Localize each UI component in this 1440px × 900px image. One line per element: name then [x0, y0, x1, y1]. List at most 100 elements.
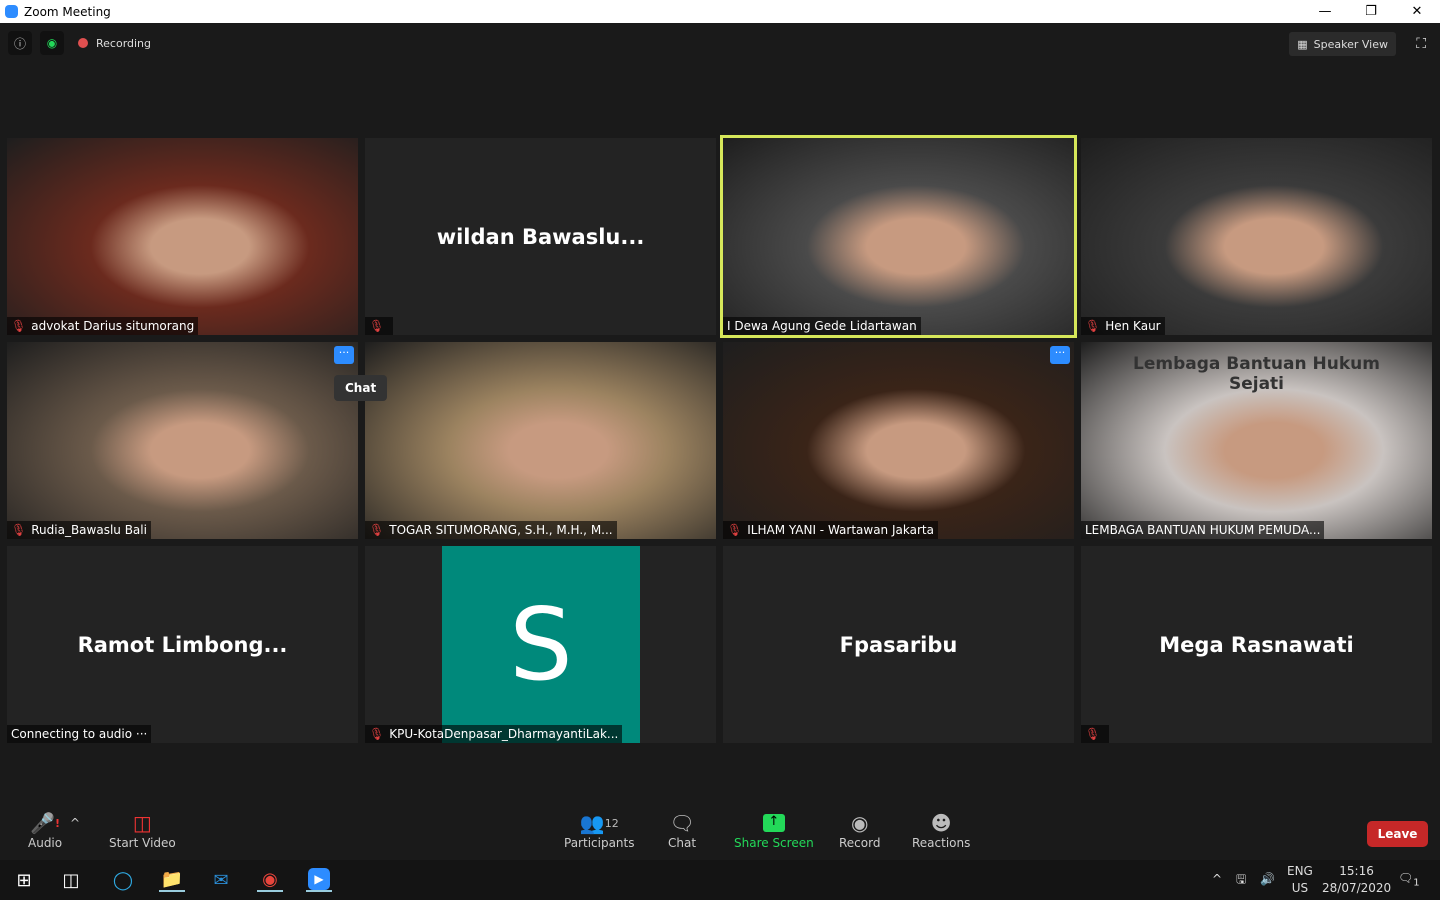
volume-icon[interactable]: 🔊	[1260, 871, 1275, 888]
participant-name: KPU-KotaDenpasar_DharmayantiLak...	[389, 727, 619, 741]
microphone-icon: 🎤!	[30, 811, 61, 835]
participant-video	[723, 138, 1074, 335]
leave-button[interactable]: Leave	[1367, 821, 1428, 847]
share-screen-button[interactable]: ↑ Share Screen	[734, 810, 814, 850]
chat-tooltip: Chat	[334, 375, 388, 401]
region-label: US	[1291, 881, 1309, 895]
clock[interactable]: 15:16 28/07/2020	[1322, 863, 1391, 897]
participant-tile[interactable]: Lembaga Bantuan Hukum Sejati LEMBAGA BANT…	[1081, 342, 1432, 539]
participant-video	[723, 342, 1074, 539]
participant-tile[interactable]: ··· 🎙︎ Rudia_Bawaslu Bali	[7, 342, 358, 539]
participant-display-name: Fpasaribu	[839, 632, 958, 657]
participant-name: Rudia_Bawaslu Bali	[31, 523, 147, 537]
chrome-icon[interactable]: ◉	[257, 868, 283, 892]
minimize-button[interactable]: —	[1302, 0, 1348, 23]
muted-microphone-icon: 🎙︎	[11, 319, 27, 333]
tray-chevron-icon[interactable]: ^	[1212, 871, 1222, 888]
background-sign-text: Lembaga Bantuan Hukum Sejati	[1133, 354, 1380, 394]
recording-indicator[interactable]: Recording	[78, 37, 151, 50]
participant-avatar: S	[442, 546, 640, 743]
muted-microphone-icon: 🎙︎	[369, 319, 385, 333]
participant-tile[interactable]: wildan Bawaslu... 🎙︎	[365, 138, 716, 335]
participant-tile[interactable]: Fpasaribu	[723, 546, 1074, 743]
audio-label: Audio	[28, 836, 63, 850]
participant-tile[interactable]: ··· 🎙︎ ILHAM YANI - Wartawan Jakarta	[723, 342, 1074, 539]
muted-microphone-icon: 🎙︎	[1085, 319, 1101, 333]
participant-name: I Dewa Agung Gede Lidartawan	[727, 319, 917, 333]
muted-microphone-icon: 🎙︎	[11, 523, 27, 537]
participant-name: LEMBAGA BANTUAN HUKUM PEMUDA...	[1085, 523, 1321, 537]
chat-label: Chat	[668, 836, 697, 850]
restore-button[interactable]: ❐	[1348, 0, 1394, 23]
more-options-button[interactable]: ···	[1050, 346, 1070, 364]
record-label: Record	[839, 836, 881, 850]
participant-name: Hen Kaur	[1105, 319, 1161, 333]
participant-name-label: 🎙︎	[1081, 725, 1110, 743]
info-icon[interactable]: ⓘ	[8, 31, 32, 55]
shield-icon[interactable]: ◉	[40, 31, 64, 55]
edge-icon[interactable]: ◯	[110, 868, 136, 892]
notification-count: 1	[1413, 877, 1420, 889]
start-video-button[interactable]: ◫ Start Video	[109, 810, 176, 850]
video-off-icon: ◫	[132, 811, 152, 835]
reactions-icon: ☻	[930, 811, 952, 835]
network-icon[interactable]: 🖫	[1236, 871, 1246, 888]
reactions-label: Reactions	[912, 836, 971, 850]
speaker-view-label: Speaker View	[1313, 37, 1388, 51]
participant-name-label: 🎙︎ Hen Kaur	[1081, 317, 1165, 335]
reactions-button[interactable]: ☻ Reactions	[912, 810, 970, 850]
windows-start-icon[interactable]: ⊞	[11, 868, 37, 892]
task-view-icon[interactable]: ◫	[58, 868, 84, 892]
more-options-button[interactable]: ···	[334, 346, 354, 364]
speaker-view-button[interactable]: ▦ Speaker View	[1289, 32, 1396, 56]
clock-date: 28/07/2020	[1322, 881, 1392, 895]
participants-count: 12	[604, 816, 619, 830]
participant-tile[interactable]: I Dewa Agung Gede Lidartawan	[720, 135, 1077, 338]
grid-icon: ▦	[1297, 37, 1308, 51]
notifications-icon[interactable]: 🗨1	[1398, 870, 1420, 891]
muted-microphone-icon: 🎙︎	[727, 523, 743, 537]
muted-microphone-icon: 🎙︎	[369, 523, 385, 537]
participant-name: ILHAM YANI - Wartawan Jakarta	[747, 523, 934, 537]
participant-name-label: 🎙︎ Rudia_Bawaslu Bali	[7, 521, 151, 539]
participant-video	[365, 342, 716, 539]
clock-time: 15:16	[1339, 864, 1374, 878]
participants-button[interactable]: 👥 12 Participants	[564, 810, 635, 850]
participant-tile[interactable]: 🎙︎ Hen Kaur	[1081, 138, 1432, 335]
zoom-logo-icon	[5, 5, 18, 18]
mail-icon[interactable]: ✉	[208, 868, 234, 892]
language-indicator[interactable]: ENG US	[1287, 863, 1313, 897]
participant-tile[interactable]: 🎙︎ TOGAR SITUMORANG, S.H., M.H., M...	[365, 342, 716, 539]
participant-tile[interactable]: Ramot Limbong... Connecting to audio ···	[7, 546, 358, 743]
participant-name: Connecting to audio ···	[11, 727, 148, 741]
muted-microphone-icon: 🎙︎	[369, 727, 385, 741]
file-explorer-icon[interactable]: 📁	[159, 868, 185, 892]
record-button[interactable]: ◉ Record	[839, 810, 880, 850]
recording-label: Recording	[96, 36, 152, 50]
participant-name-label: I Dewa Agung Gede Lidartawan	[723, 317, 921, 335]
audio-button[interactable]: 🎤! Audio	[28, 810, 62, 850]
chat-button[interactable]: 🗨 Chat	[668, 810, 696, 850]
fullscreen-icon[interactable]: ⛶	[1416, 36, 1426, 52]
participant-video	[1081, 138, 1432, 335]
participant-tile[interactable]: S 🎙︎ KPU-KotaDenpasar_DharmayantiLak...	[365, 546, 716, 743]
share-screen-label: Share Screen	[734, 836, 814, 850]
window-title: Zoom Meeting	[24, 4, 111, 19]
muted-microphone-icon: 🎙︎	[1085, 727, 1101, 741]
participant-name-label: LEMBAGA BANTUAN HUKUM PEMUDA...	[1081, 521, 1325, 539]
audio-options-caret[interactable]: ^	[70, 816, 80, 830]
participant-name-label: 🎙︎ TOGAR SITUMORANG, S.H., M.H., M...	[365, 521, 617, 539]
participant-tile[interactable]: Mega Rasnawati 🎙︎	[1081, 546, 1432, 743]
record-icon: ◉	[851, 811, 869, 835]
close-button[interactable]: ✕	[1394, 0, 1440, 23]
participant-tile[interactable]: 🎙︎ advokat Darius situmorang	[7, 138, 358, 335]
participant-name-label: 🎙︎	[365, 317, 394, 335]
zoom-taskbar-icon[interactable]: ▶	[306, 868, 332, 892]
video-grid: 🎙︎ advokat Darius situmorang wildan Bawasl…	[7, 135, 1432, 743]
participant-name: TOGAR SITUMORANG, S.H., M.H., M...	[389, 523, 613, 537]
title-bar: Zoom Meeting — ❐ ✕	[0, 0, 1440, 23]
participant-name-label: 🎙︎ KPU-KotaDenpasar_DharmayantiLak...	[365, 725, 623, 743]
share-screen-icon: ↑	[762, 810, 785, 836]
participant-name-label: Connecting to audio ···	[7, 725, 152, 743]
participant-video	[7, 138, 358, 335]
